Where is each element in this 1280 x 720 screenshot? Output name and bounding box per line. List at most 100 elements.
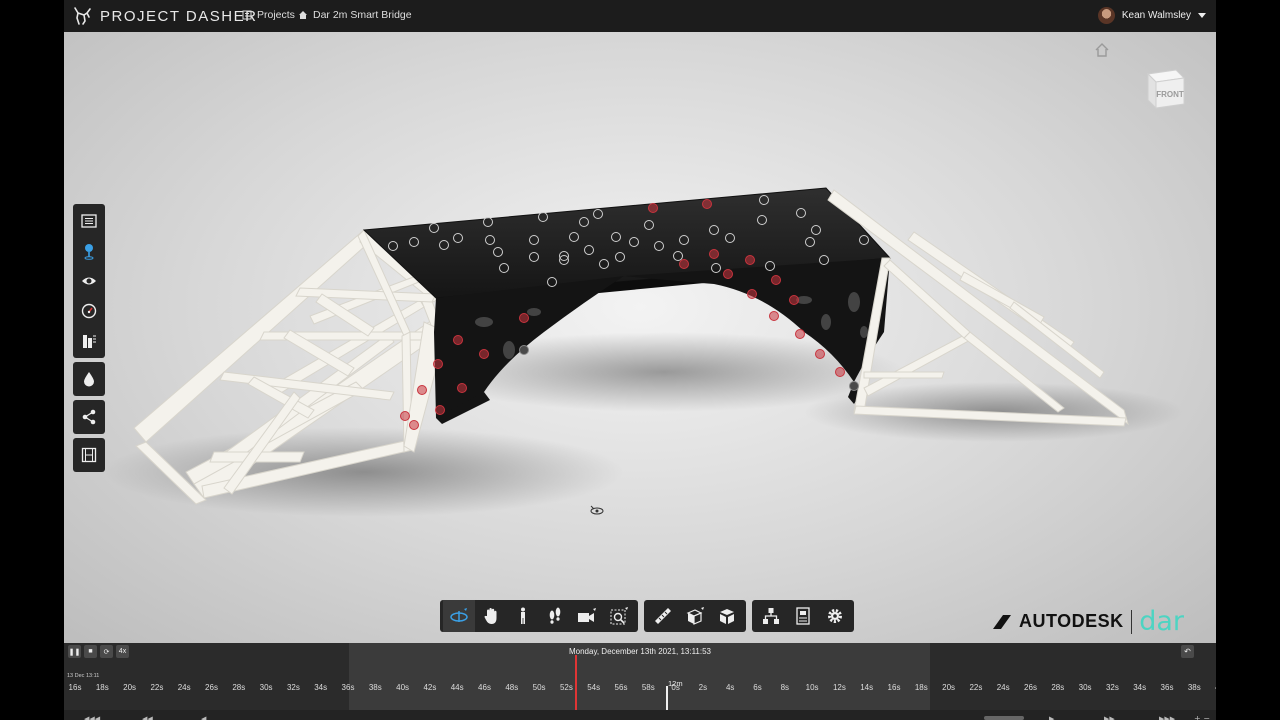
film-icon xyxy=(81,447,97,463)
timeline-tick-label: 44s xyxy=(450,683,464,692)
app-brand[interactable]: PROJECT DASHER xyxy=(72,6,257,26)
explode-button[interactable] xyxy=(711,600,743,632)
orbit-cursor-icon xyxy=(590,505,604,515)
timeline-tick-label: 48s xyxy=(505,683,519,692)
timeline-tick-label: 54s xyxy=(587,683,601,692)
bridge-model xyxy=(104,187,1184,517)
navigation-toolbar xyxy=(440,600,854,632)
model-browser-icon xyxy=(763,608,779,624)
model-tools-group xyxy=(644,600,746,632)
timeline-tick-label: 6s xyxy=(753,683,762,692)
section-button[interactable] xyxy=(679,600,711,632)
timeline-tick-label: 40s xyxy=(396,683,410,692)
side-toolbar-group-main xyxy=(73,204,105,358)
timeline-tick-label: 28s xyxy=(232,683,246,692)
side-toolbar-group-share xyxy=(73,400,105,434)
svg-text:▶▶: ▶▶ xyxy=(1104,715,1115,720)
properties-button[interactable] xyxy=(787,600,819,632)
timeline-tick-label: 38s xyxy=(368,683,382,692)
timeline-tick-label: 50s xyxy=(532,683,546,692)
pan-button[interactable] xyxy=(475,600,507,632)
timeline-tick-label: 36s xyxy=(1160,683,1174,692)
timeline-tick-label: 30s xyxy=(259,683,273,692)
explode-icon xyxy=(720,609,734,624)
footsteps-button[interactable] xyxy=(539,600,571,632)
undo-icon: ↶ xyxy=(1184,647,1191,656)
breadcrumb-projects-label: Projects xyxy=(257,9,295,21)
camera-button[interactable] xyxy=(571,600,603,632)
home-icon xyxy=(299,11,307,19)
chevron-down-icon xyxy=(1198,13,1206,18)
timeline-tick-label: 52s xyxy=(559,683,573,692)
timeline-tick-label: 34s xyxy=(314,683,328,692)
viewcube[interactable]: FRONT xyxy=(1142,64,1188,110)
gear-icon xyxy=(828,609,842,623)
levels-icon xyxy=(83,335,96,348)
user-menu[interactable]: Kean Walmsley xyxy=(1097,7,1206,24)
top-bar: PROJECT DASHER Projects Dar 2m Smart Bri… xyxy=(64,0,1216,32)
timeline-tick-label: 8s xyxy=(780,683,790,692)
list-icon xyxy=(242,10,252,20)
walk-icon xyxy=(521,607,525,624)
svg-text:▶: ▶ xyxy=(1049,715,1055,720)
viewcube-face-label: FRONT xyxy=(1156,90,1184,99)
timeline-tick-label: 56s xyxy=(614,683,628,692)
list-button[interactable] xyxy=(73,206,105,236)
svg-text:+ −: + − xyxy=(1194,714,1210,720)
drop-icon xyxy=(84,372,94,387)
timeline-tick-label: 26s xyxy=(205,683,218,692)
movie-button[interactable] xyxy=(73,440,105,470)
gauge-button[interactable] xyxy=(73,296,105,326)
gazelle-logo-icon xyxy=(74,7,91,25)
timeline-tick-label: 24s xyxy=(996,683,1010,692)
breadcrumb-project[interactable]: Dar 2m Smart Bridge xyxy=(298,9,412,21)
settings-button[interactable] xyxy=(819,600,851,632)
timeline-tick-label: 4s xyxy=(725,683,735,692)
timeline-tick-label: 18s xyxy=(95,683,109,692)
section-icon xyxy=(686,607,704,625)
timeline-tick-label: 28s xyxy=(1051,683,1065,692)
settings-tools-group xyxy=(752,600,854,632)
share-button[interactable] xyxy=(73,402,105,432)
svg-text:▶▶▶: ▶▶▶ xyxy=(1159,715,1176,720)
user-name: Kean Walmsley xyxy=(1121,10,1191,21)
timeline[interactable]: ❚❚ ■ ⟳ 4x Monday, December 13th 2021, 13… xyxy=(64,643,1216,720)
orbit-button[interactable] xyxy=(443,600,475,632)
zoom-window-button[interactable] xyxy=(603,600,635,632)
levels-button[interactable] xyxy=(73,326,105,356)
navigation-tools-group xyxy=(440,600,638,632)
list-icon xyxy=(81,214,97,228)
timeline-tick-label: 16s xyxy=(887,683,901,692)
timeline-date: Monday, December 13th 2021, 13:11:53 xyxy=(568,647,712,656)
app-title: PROJECT DASHER xyxy=(100,7,258,25)
timeline-hover-cursor xyxy=(666,686,668,712)
timeline-tick-label: 2s xyxy=(698,683,708,692)
model-viewport[interactable]: FRONT AUTODESK dar xyxy=(64,32,1216,643)
svg-text:◀◀◀: ◀◀◀ xyxy=(84,715,101,720)
logo-divider xyxy=(1130,609,1133,634)
breadcrumb-projects[interactable]: Projects xyxy=(242,9,295,21)
properties-icon xyxy=(796,607,810,625)
visibility-button[interactable] xyxy=(73,266,105,296)
reset-button[interactable]: ↶ xyxy=(1181,645,1194,658)
camera-icon xyxy=(578,608,596,622)
orbit-icon xyxy=(450,608,468,622)
timeline-tick-label: 58s xyxy=(641,683,655,692)
svg-text:◀◀: ◀◀ xyxy=(142,715,153,720)
walk-button[interactable] xyxy=(507,600,539,632)
footsteps-icon xyxy=(549,607,561,624)
timeline-tick-label: 18s xyxy=(914,683,928,692)
timeline-tick-label: 0s xyxy=(671,683,680,692)
timeline-tick-label: 14s xyxy=(860,683,874,692)
timeline-tick-label: 16s xyxy=(68,683,82,692)
timeline-tick-label: 34s xyxy=(1133,683,1147,692)
measure-button[interactable] xyxy=(647,600,679,632)
timeline-tick-label: 24s xyxy=(177,683,191,692)
home-view-icon[interactable] xyxy=(1094,42,1110,58)
heatmap-button[interactable] xyxy=(73,364,105,394)
model-browser-button[interactable] xyxy=(755,600,787,632)
timeline-scrubber[interactable]: ◀◀◀ ◀◀ ◀ ▶ ▶▶ ▶▶▶ + − xyxy=(64,710,1216,720)
sensor-button[interactable] xyxy=(73,236,105,266)
timeline-tick-label: 22s xyxy=(150,683,164,692)
svg-text:◀: ◀ xyxy=(201,715,207,720)
